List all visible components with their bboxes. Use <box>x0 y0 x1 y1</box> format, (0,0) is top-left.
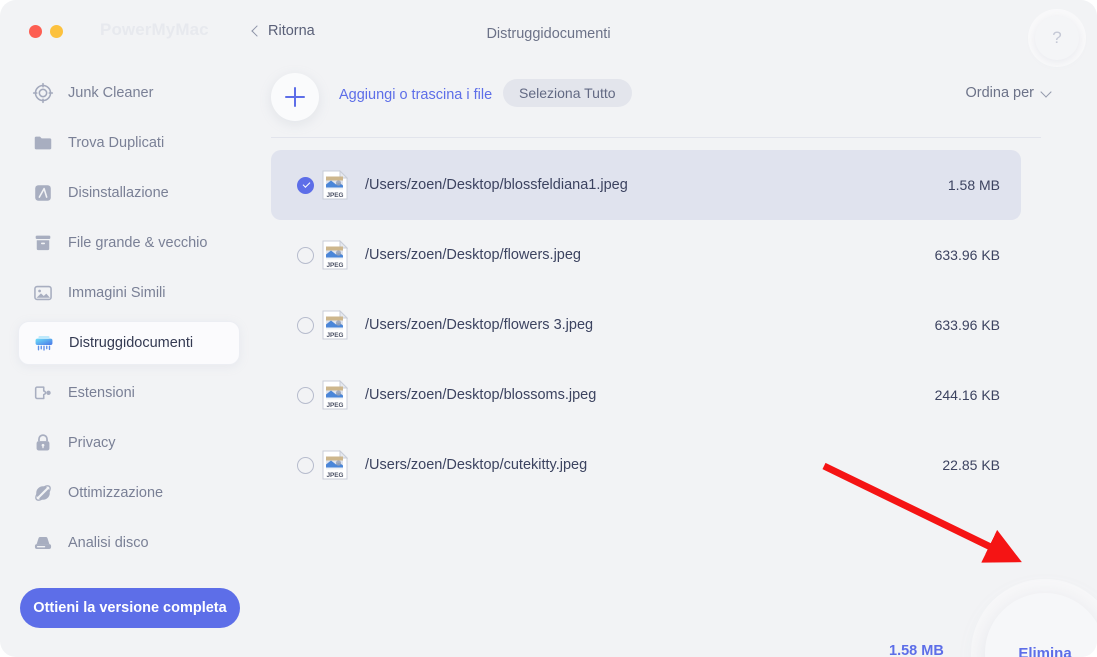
back-button[interactable]: Ritorna <box>251 23 315 39</box>
jpeg-file-icon: JPEG <box>322 380 348 410</box>
shredder-icon <box>35 336 53 351</box>
file-path: /Users/zoen/Desktop/flowers 3.jpeg <box>365 317 594 333</box>
app-brand: PowerMyMac <box>100 20 209 39</box>
delete-button[interactable]: Elimina <box>985 593 1097 657</box>
minimize-button[interactable] <box>50 25 63 38</box>
checkbox-unchecked[interactable] <box>297 316 314 334</box>
optimization-icon <box>35 485 51 501</box>
sidebar-item-label: Analisi disco <box>68 535 149 551</box>
svg-text:JPEG: JPEG <box>326 192 343 199</box>
checkbox-unchecked[interactable] <box>297 386 314 404</box>
plus-icon-vertical <box>293 87 297 107</box>
help-button[interactable]: ? <box>1035 16 1079 60</box>
table-row[interactable]: JPEG/Users/zoen/Desktop/blossfeldiana1.j… <box>271 150 1021 220</box>
jpeg-file-icon: JPEG <box>322 450 348 480</box>
sort-by-dropdown[interactable]: Ordina per <box>965 85 1052 101</box>
title-bar: PowerMyMac Ritorna Distruggidocumenti ? <box>0 0 1097 60</box>
file-size: 633.96 KB <box>934 247 1000 263</box>
lock-icon <box>36 434 50 451</box>
sidebar-item-distruggidocumenti[interactable]: Distruggidocumenti <box>18 321 240 365</box>
file-size: 22.85 KB <box>942 457 1000 473</box>
sidebar-item-label: Distruggidocumenti <box>69 335 194 351</box>
checkbox-unchecked[interactable] <box>297 456 314 474</box>
total-size-label: 1.58 MB <box>889 643 944 657</box>
jpeg-file-icon: JPEG <box>322 170 348 200</box>
file-size: 244.16 KB <box>934 387 1000 403</box>
checkbox-checked[interactable] <box>297 176 314 194</box>
uninstall-icon <box>35 185 51 201</box>
sidebar-item-label: Privacy <box>68 435 116 451</box>
svg-text:JPEG: JPEG <box>326 472 343 479</box>
table-row[interactable]: JPEG/Users/zoen/Desktop/flowers.jpeg 633.… <box>271 220 1021 290</box>
sidebar-item-estensioni[interactable]: Estensioni <box>18 371 240 415</box>
sidebar-item-analisi-disco[interactable]: Analisi disco <box>18 521 240 565</box>
get-full-version-button[interactable]: Ottieni la versione completa <box>20 588 240 628</box>
table-row[interactable]: JPEG/Users/zoen/Desktop/blossoms.jpeg 244… <box>271 360 1021 430</box>
sidebar-item-privacy[interactable]: Privacy <box>18 421 240 465</box>
disk-icon <box>34 537 52 550</box>
file-list: JPEG/Users/zoen/Desktop/blossfeldiana1.j… <box>250 150 1097 500</box>
chevron-down-icon <box>1040 85 1052 98</box>
sidebar-item-immagini-simili[interactable]: Immagini Simili <box>18 271 240 315</box>
extension-icon <box>34 386 51 400</box>
close-button[interactable] <box>29 25 42 38</box>
folder-icon <box>34 136 52 150</box>
image-icon <box>34 285 52 301</box>
sidebar-item-file-grande-vecchio[interactable]: File grande & vecchio <box>18 221 240 265</box>
file-path: /Users/zoen/Desktop/cutekitty.jpeg <box>365 457 588 473</box>
checkbox-unchecked[interactable] <box>297 246 314 264</box>
jpeg-file-icon: JPEG <box>322 310 348 340</box>
sidebar-item-label: File grande & vecchio <box>68 235 208 251</box>
main-content: Aggiungi o trascina i file Seleziona Tut… <box>250 60 1097 657</box>
svg-text:JPEG: JPEG <box>326 402 343 409</box>
sidebar-item-label: Immagini Simili <box>68 285 166 301</box>
select-all-button[interactable]: Seleziona Tutto <box>503 79 632 107</box>
sidebar-item-label: Ottimizzazione <box>68 485 164 501</box>
toolbar-divider <box>271 137 1041 138</box>
sidebar-item-label: Trova Duplicati <box>68 135 165 151</box>
table-row[interactable]: JPEG/Users/zoen/Desktop/flowers 3.jpeg 63… <box>271 290 1021 360</box>
chevron-left-icon <box>251 24 263 37</box>
archive-box-icon <box>35 235 51 251</box>
svg-text:JPEG: JPEG <box>326 332 343 339</box>
sidebar-item-label: Junk Cleaner <box>68 85 154 101</box>
jpeg-file-icon: JPEG <box>322 240 348 270</box>
file-path: /Users/zoen/Desktop/blossoms.jpeg <box>365 387 597 403</box>
sidebar-item-label: Estensioni <box>68 385 135 401</box>
sort-by-label: Ordina per <box>965 85 1034 101</box>
file-path: /Users/zoen/Desktop/blossfeldiana1.jpeg <box>365 177 628 193</box>
sidebar-item-trova-duplicati[interactable]: Trova Duplicati <box>18 121 240 165</box>
question-mark-icon: ? <box>1052 28 1062 47</box>
back-button-label: Ritorna <box>268 23 315 39</box>
sidebar-item-ottimizzazione[interactable]: Ottimizzazione <box>18 471 240 515</box>
svg-text:JPEG: JPEG <box>326 262 343 269</box>
add-files-label[interactable]: Aggiungi o trascina i file <box>339 87 492 103</box>
sidebar-item-junk-cleaner[interactable]: Junk Cleaner <box>18 71 240 115</box>
junk-cleaner-icon <box>32 82 54 104</box>
add-files-button[interactable] <box>271 73 319 121</box>
app-window: PowerMyMac Ritorna Distruggidocumenti ? … <box>0 0 1097 657</box>
file-path: /Users/zoen/Desktop/flowers.jpeg <box>365 247 581 263</box>
table-row[interactable]: JPEG/Users/zoen/Desktop/cutekitty.jpeg 22… <box>271 430 1021 500</box>
file-size: 633.96 KB <box>934 317 1000 333</box>
sidebar-item-disinstallazione[interactable]: Disinstallazione <box>18 171 240 215</box>
sidebar: Junk Cleaner Trova Duplicati Disinstalla… <box>0 60 250 657</box>
file-size: 1.58 MB <box>947 177 1000 193</box>
sidebar-item-label: Disinstallazione <box>68 185 169 201</box>
